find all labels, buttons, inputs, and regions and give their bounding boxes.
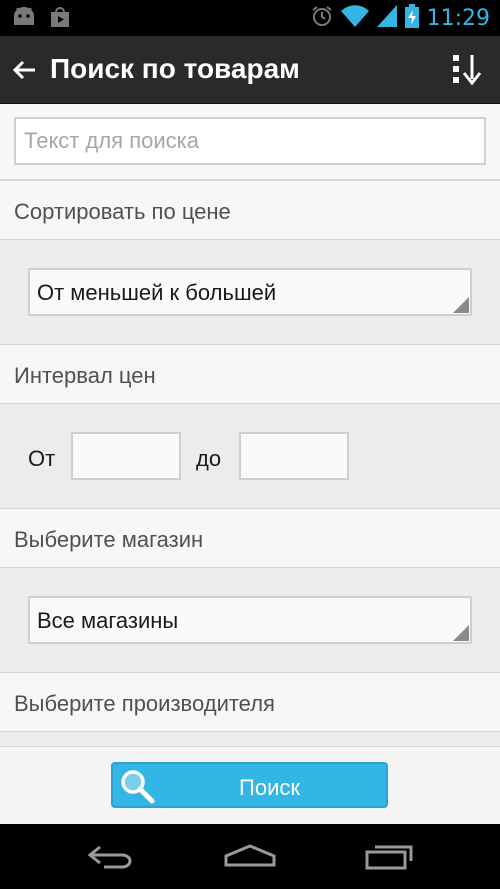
dropdown-corner-icon [453,297,469,313]
alarm-icon [311,5,333,32]
sort-selected: От меньшей к большей [37,280,277,305]
clock: 11:29 [426,6,490,31]
manufacturer-label-row: Выберите производителя [0,672,500,732]
store-spinner[interactable]: Все магазины [28,596,472,644]
android-debug-icon [12,6,36,35]
sort-icon [453,55,482,86]
price-label-row: Интервал цен [0,344,500,404]
recents-icon [365,845,413,870]
store-selected: Все магазины [37,608,179,633]
page-title: Поиск по товарам [50,53,300,84]
nav-home-button[interactable] [215,836,285,876]
search-input[interactable] [14,117,486,165]
action-bar: Поиск по товарам [0,36,500,104]
sort-label-row: Сортировать по цене [0,180,500,240]
store-label-row: Выберите магазин [0,508,500,568]
play-store-icon [48,6,72,35]
price-to-label: до [196,446,222,471]
price-to-input[interactable] [239,432,349,480]
back-arrow-icon [12,60,35,80]
status-bar: 11:29 [0,0,500,36]
price-from-input[interactable] [71,432,181,480]
store-label: Выберите магазин [14,527,204,552]
manufacturer-label: Выберите производителя [14,691,275,716]
sort-button[interactable] [446,50,486,90]
navigation-bar [0,824,500,889]
up-button[interactable] [6,50,42,90]
sort-spinner[interactable]: От меньшей к большей [28,268,472,316]
wifi-icon [340,5,369,32]
search-button[interactable]: Поиск [111,762,388,808]
manufacturer-spinner-row [0,732,500,746]
nav-recents-button[interactable] [355,836,425,876]
search-button-label: Поиск [239,775,300,800]
sort-label: Сортировать по цене [14,199,231,224]
notification-icons [12,6,72,35]
dropdown-corner-icon [453,625,469,641]
system-icons: 11:29 [311,4,490,33]
signal-icon [376,5,397,32]
price-from-label: От [28,446,56,471]
nav-back-button[interactable] [76,836,146,876]
home-icon [224,844,276,867]
price-interval-label: Интервал цен [14,363,156,388]
back-icon [87,845,132,869]
battery-charging-icon [404,4,419,33]
